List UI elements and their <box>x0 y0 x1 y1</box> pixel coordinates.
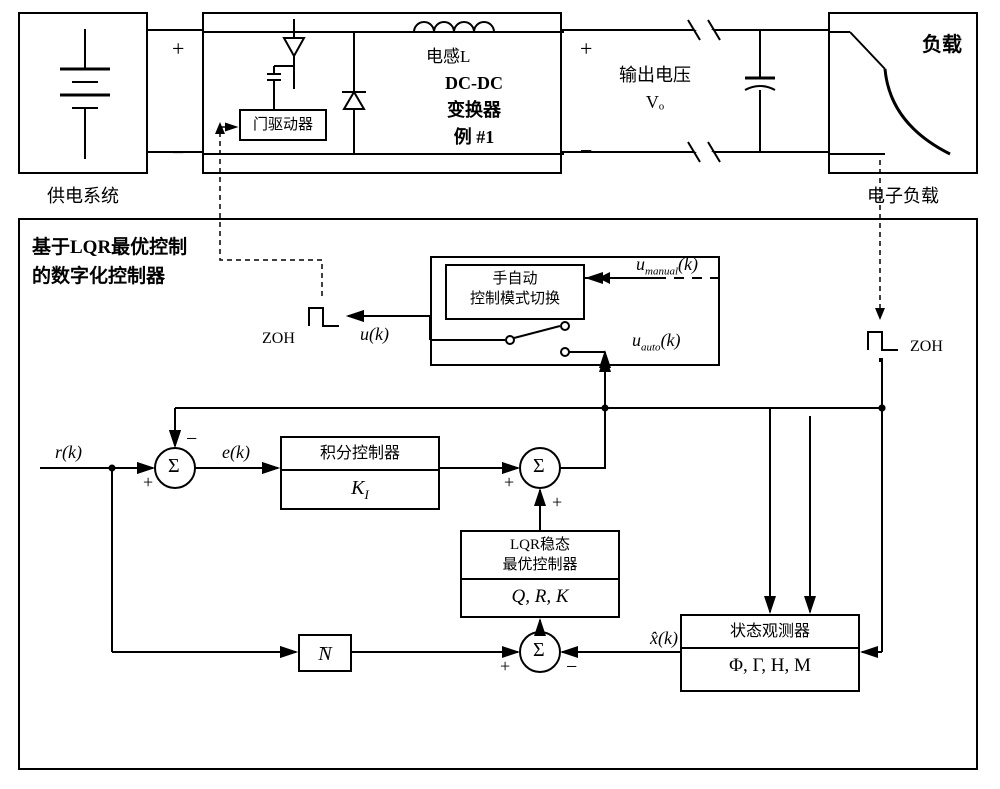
dcdc-title: DC-DC 变换器 例 #1 <box>404 70 544 151</box>
xhat-label: x̂(k) <box>650 628 678 649</box>
dcdc-block: 门驱动器 电感L DC-DC 变换器 例 #1 <box>202 12 562 174</box>
sum2-plus2: + <box>552 492 562 513</box>
inductor-label: 电感L <box>426 42 470 67</box>
vout-plus: + <box>580 36 592 62</box>
e-label: e(k) <box>222 442 250 463</box>
zoh-right-label: ZOH <box>910 338 943 356</box>
lqr-title-l1: LQR稳态 <box>462 532 618 556</box>
nbar-box: ‾N <box>298 634 352 672</box>
integral-title: 积分控制器 <box>282 438 438 465</box>
dcdc-title-l2: 变换器 <box>447 100 501 120</box>
zoh-right-symbol <box>862 320 904 358</box>
sum3-plus: + <box>500 656 510 677</box>
observer-title2: 状态观测器 <box>682 616 858 643</box>
zoh-left-icon <box>303 296 345 334</box>
uauto-label: uauto(k) <box>632 330 681 354</box>
zoh-left-label: ZOH <box>262 330 295 348</box>
lqr-title-l2: 最优控制器 <box>462 556 618 576</box>
zoh-left-symbol <box>303 296 345 334</box>
eload-caption: 电子负载 <box>828 182 978 208</box>
observer-params2: Φ, Γ, H, M <box>729 655 811 676</box>
gate-driver-label: 门驱动器 <box>241 111 325 136</box>
mode-switch-box: 手自动 控制模式切换 <box>445 264 585 320</box>
controller-title: 基于LQR最优控制 的数字化控制器 <box>32 234 187 291</box>
lqr-controller-box: LQR稳态 最优控制器 Q, R, K <box>460 530 620 618</box>
vout-l2: Vₒ <box>646 92 664 112</box>
power-supply-block <box>18 12 148 174</box>
sum1-plus: + <box>143 472 153 493</box>
power-supply-caption: 供电系统 <box>18 182 148 208</box>
nbar-label: ‾N <box>318 643 331 665</box>
sum3-sigma: Σ <box>533 639 545 662</box>
integral-param: KI <box>351 477 369 499</box>
sum1-sigma: Σ <box>168 455 180 478</box>
gate-driver-box: 门驱动器 <box>239 109 327 141</box>
r-label: r(k) <box>55 442 82 463</box>
mode-switch-l2: 控制模式切换 <box>447 290 583 310</box>
controller-title-l1: 基于LQR最优控制 <box>32 237 187 258</box>
rail-minus-left: − <box>172 140 184 166</box>
sum2-sigma: Σ <box>533 455 545 478</box>
sum1-minus: − <box>186 428 197 451</box>
vout-l1: 输出电压 <box>619 65 691 85</box>
u-label: u(k) <box>360 324 389 345</box>
vout-label: 输出电压 Vₒ <box>605 62 705 116</box>
load-block: 负载 <box>828 12 978 174</box>
dcdc-title-l1: DC-DC <box>445 73 503 93</box>
lqr-params: Q, R, K <box>512 586 569 607</box>
vout-minus: − <box>580 138 592 164</box>
controller-title-l2: 的数字化控制器 <box>32 266 165 287</box>
observer-box-fix: 状态观测器 Φ, Γ, H, M <box>680 614 860 692</box>
y-label: y(k) <box>845 456 873 477</box>
load-curve-icon <box>830 14 980 176</box>
battery-icon <box>20 14 150 176</box>
umanual-label: umanual(k) <box>636 254 698 278</box>
sum3-minus: − <box>566 656 577 679</box>
sum2-plus1: + <box>504 472 514 493</box>
rail-plus-left: + <box>172 36 184 62</box>
dcdc-title-l3: 例 #1 <box>454 127 495 147</box>
integral-controller-box: 积分控制器 KI <box>280 436 440 510</box>
mode-switch-l1: 手自动 <box>447 266 583 290</box>
zoh-right-icon <box>862 320 904 358</box>
